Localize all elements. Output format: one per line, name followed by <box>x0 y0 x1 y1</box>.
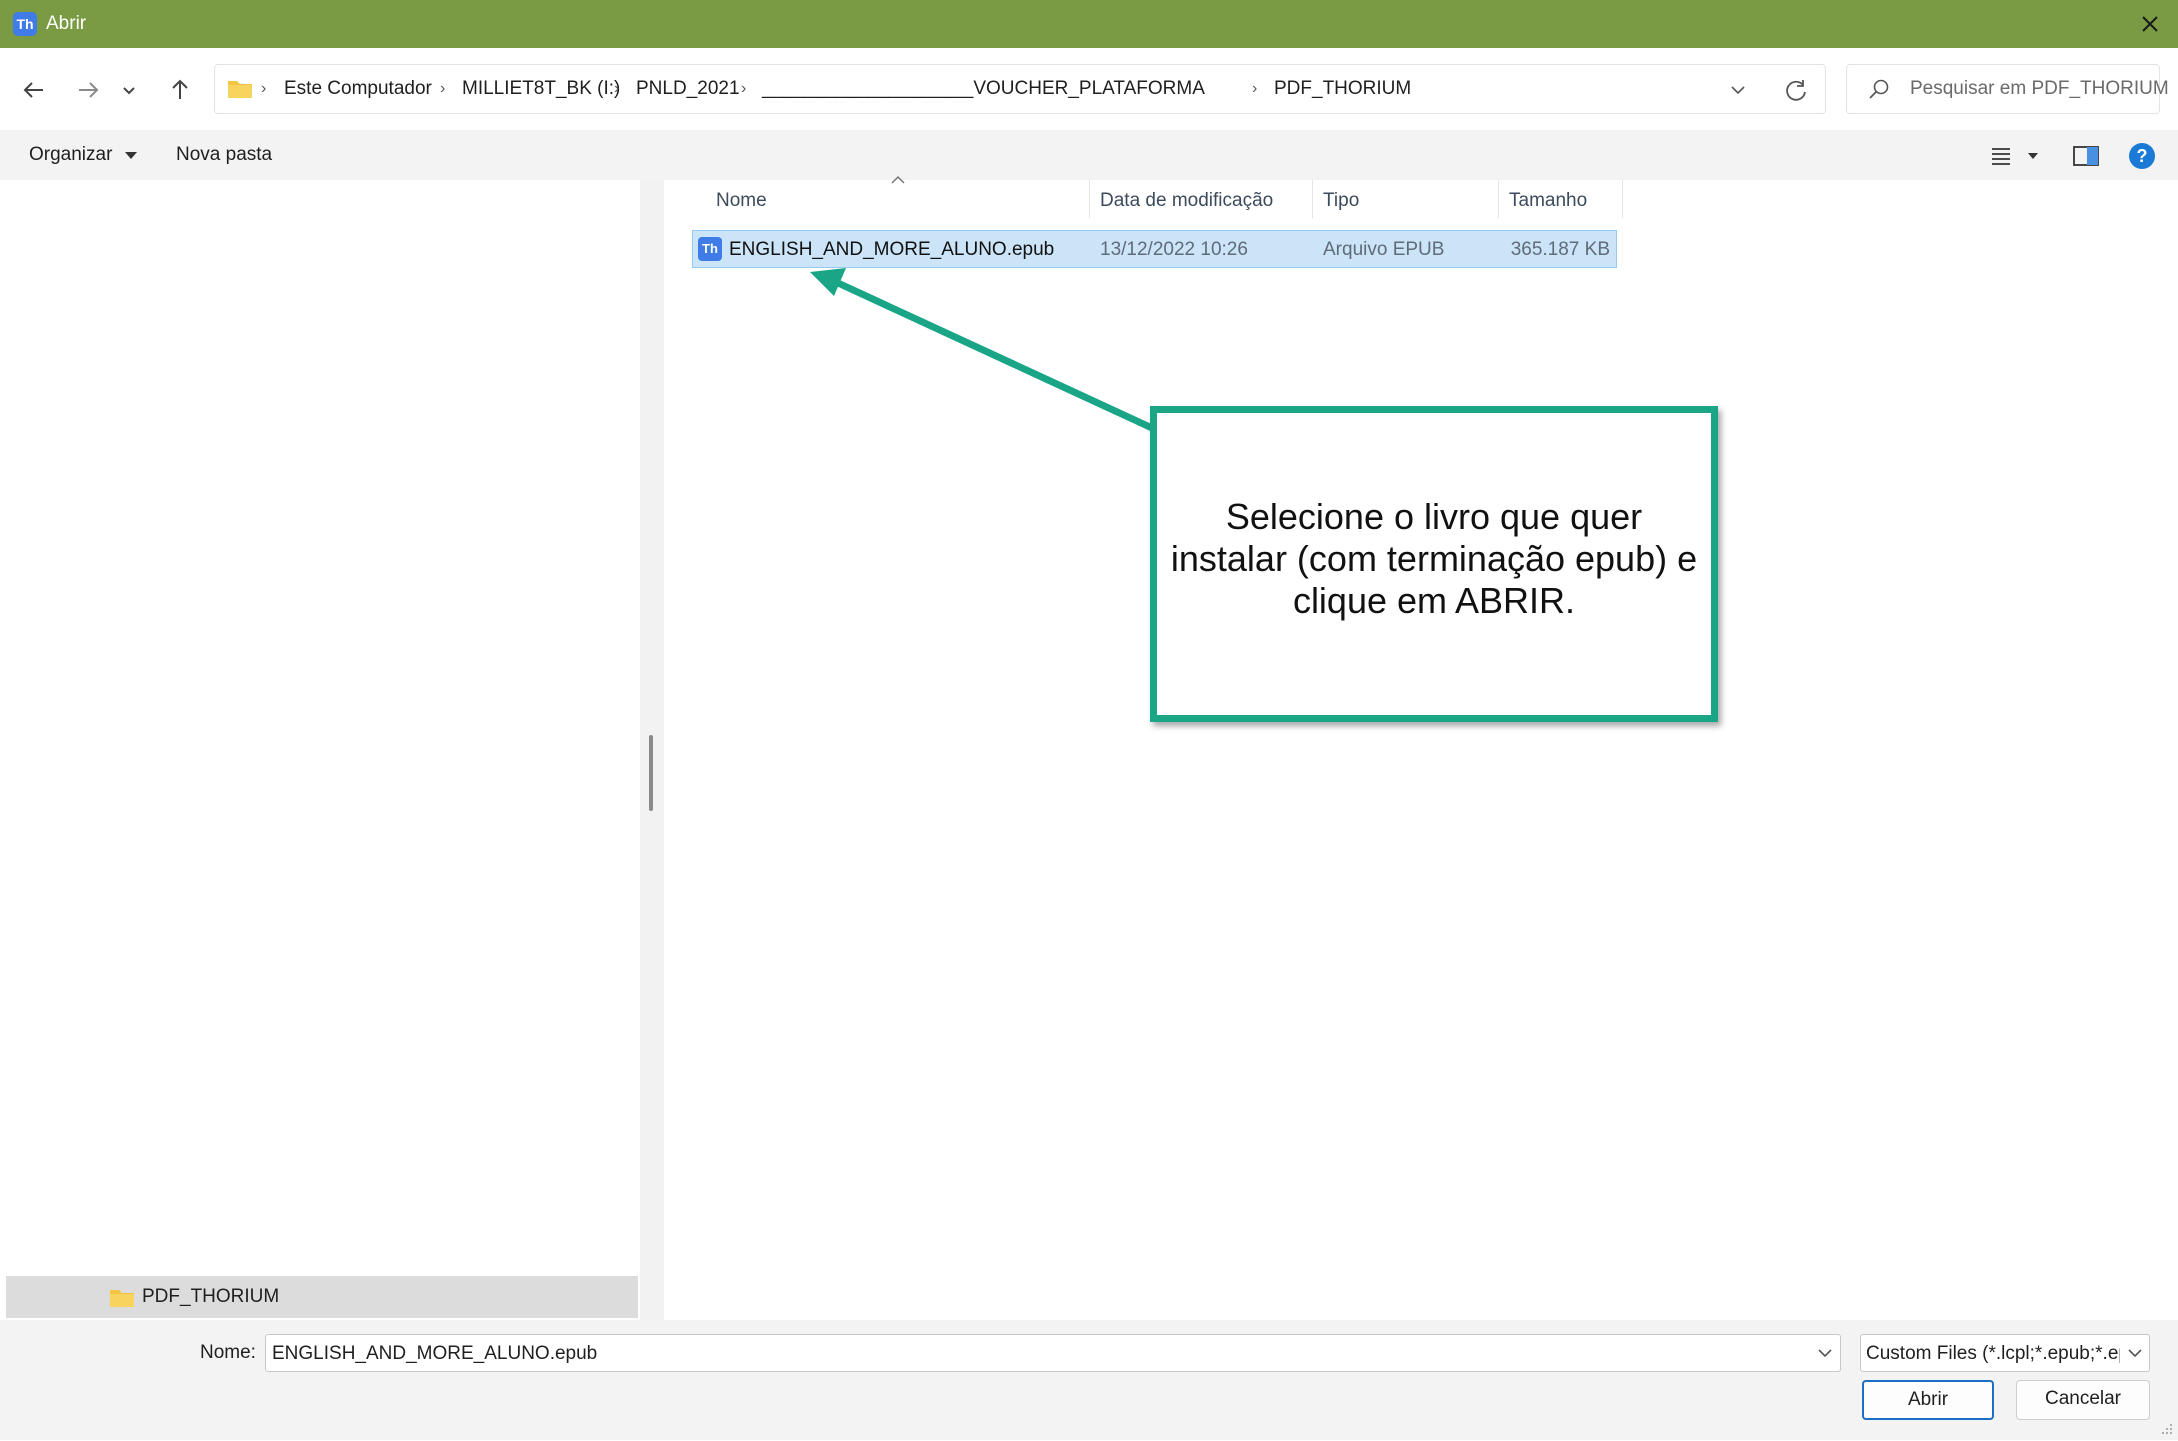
chevron-down-icon <box>2128 1349 2142 1358</box>
open-button[interactable]: Abrir <box>1862 1380 1994 1420</box>
resize-grip-icon[interactable] <box>2160 1422 2174 1441</box>
filter-dropdown-button[interactable] <box>2124 1342 2146 1369</box>
cancel-button[interactable]: Cancelar <box>2016 1380 2150 1420</box>
filename-value: ENGLISH_AND_MORE_ALUNO.epub <box>272 1343 598 1364</box>
annotation-arrow <box>810 268 1154 432</box>
annotation-text: Selecione o livro que quer instalar (com… <box>1170 496 1698 621</box>
chevron-down-icon <box>1818 1349 1832 1358</box>
filename-label: Nome: <box>200 1342 256 1363</box>
file-type-filter-value: Custom Files (*.lcpl;*.epub;*.ep <box>1866 1343 2120 1364</box>
filename-history-button[interactable] <box>1814 1342 1836 1369</box>
